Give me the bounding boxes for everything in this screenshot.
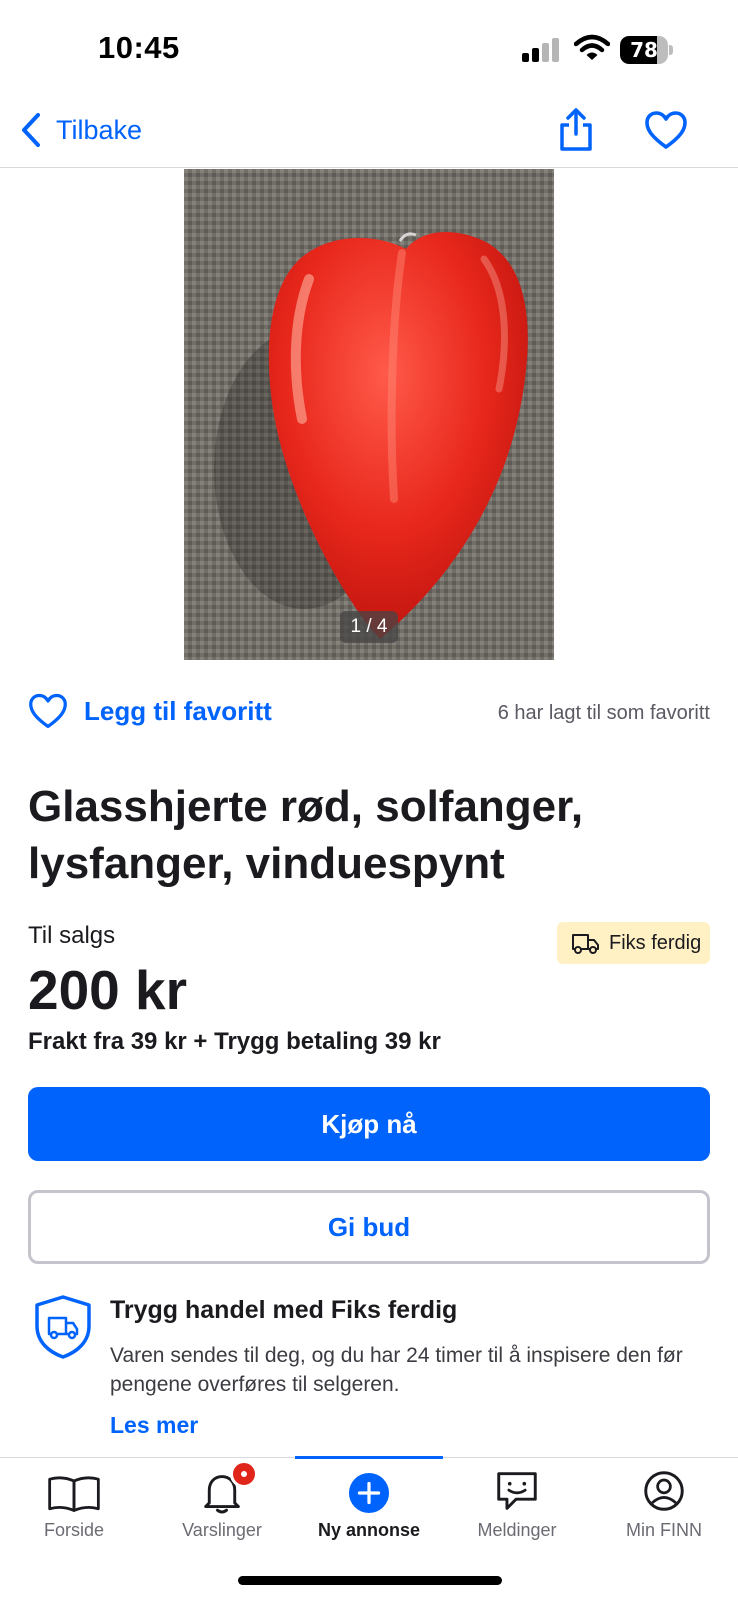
tab-label: Meldinger xyxy=(477,1520,557,1540)
status-bar: 10:45 78 xyxy=(0,0,738,96)
heart-outline-icon[interactable] xyxy=(644,110,688,150)
notification-badge xyxy=(230,1460,258,1488)
delivery-truck-icon xyxy=(572,934,599,954)
image-counter: 1 / 4 xyxy=(340,611,398,643)
book-icon xyxy=(48,1476,100,1512)
wifi-icon xyxy=(574,34,610,60)
price: 200 kr xyxy=(28,959,188,1021)
add-favorite-label: Legg til favoritt xyxy=(84,695,272,726)
cellular-signal-icon xyxy=(522,38,559,62)
tab-varslinger[interactable]: Varslinger xyxy=(148,1458,296,1558)
listing-title: Glasshjerte rød, solfanger, lysfanger, v… xyxy=(28,782,584,888)
listing-photo xyxy=(184,169,554,660)
tab-label: Ny annonse xyxy=(317,1520,421,1540)
tab-label: Forside xyxy=(43,1520,105,1540)
buy-now-button[interactable]: Kjøp nå xyxy=(28,1087,710,1161)
favorite-row: Legg til favoritt 6 har lagt til som fav… xyxy=(28,688,710,738)
shipping-info: Frakt fra 39 kr + Trygg betaling 39 kr xyxy=(28,1028,441,1055)
safe-trade-text: Varen sendes til deg, og du har 24 timer… xyxy=(110,1344,683,1396)
chevron-left-icon xyxy=(22,113,40,147)
nav-bar: Tilbake xyxy=(0,96,738,168)
tab-forside[interactable]: Forside xyxy=(0,1458,148,1558)
home-indicator xyxy=(238,1576,502,1585)
back-button[interactable]: Tilbake xyxy=(20,110,142,150)
battery-level: 78 xyxy=(630,38,658,62)
fiks-ferdig-badge: Fiks ferdig xyxy=(557,922,710,964)
tab-label: Min FINN xyxy=(626,1520,702,1540)
back-label: Tilbake xyxy=(56,114,143,145)
read-more-link[interactable]: Les mer xyxy=(110,1412,198,1439)
status-time: 10:45 xyxy=(98,30,180,65)
tab-meldinger[interactable]: Meldinger xyxy=(443,1458,591,1558)
fiks-ferdig-label: Fiks ferdig xyxy=(609,931,702,954)
plus-circle-icon xyxy=(348,1472,390,1514)
shield-truck-icon xyxy=(35,1295,91,1359)
tab-ny-annonse[interactable]: Ny annonse xyxy=(295,1458,443,1558)
listing-image[interactable]: 1 / 4 xyxy=(184,169,554,660)
tab-min-finn[interactable]: Min FINN xyxy=(590,1458,738,1558)
chat-icon xyxy=(497,1472,537,1510)
heart-outline-icon xyxy=(29,693,67,729)
favorite-count: 6 har lagt til som favoritt xyxy=(497,702,710,724)
add-favorite-button[interactable]: Legg til favoritt xyxy=(28,692,272,730)
battery-indicator: 78 xyxy=(620,36,673,64)
safe-trade-title: Trygg handel med Fiks ferdig xyxy=(110,1296,458,1324)
tab-label: Varslinger xyxy=(182,1520,262,1540)
place-bid-button[interactable]: Gi bud xyxy=(28,1190,710,1264)
share-icon[interactable] xyxy=(558,108,594,152)
sale-label: Til salgs xyxy=(28,922,116,949)
profile-icon xyxy=(644,1471,684,1511)
